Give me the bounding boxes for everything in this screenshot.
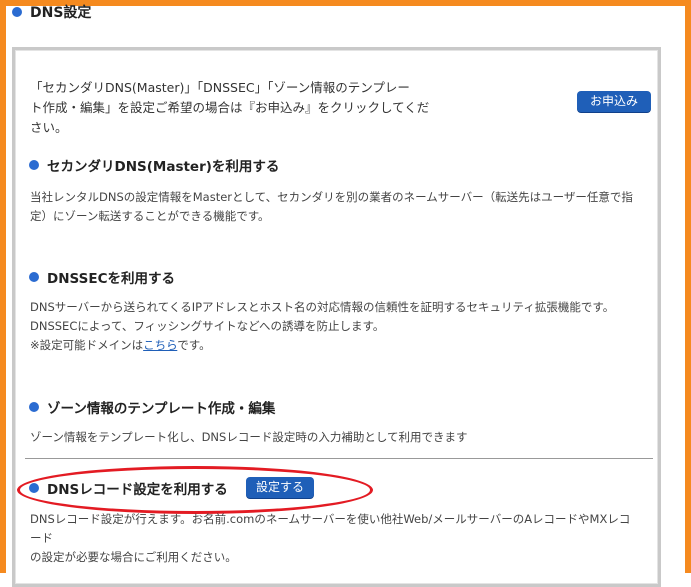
section-secondary-dns-desc: 当社レンタルDNSの設定情報をMasterとして、セカンダリを別の業者のネームサ…	[30, 188, 640, 226]
section-title-text: DNSレコード設定を利用する	[47, 482, 228, 498]
desc-line: ※設定可能ドメインはこちらです。	[30, 336, 640, 355]
desc-line: DNSレコード設定が行えます。お名前.comのネームサーバーを使い他社Web/メ…	[30, 512, 631, 545]
section-dns-record-title: DNSレコード設定を利用する	[29, 478, 228, 498]
section-dnssec-title: DNSSECを利用する	[29, 267, 175, 287]
bullet-icon	[12, 7, 22, 17]
section-zone-template-desc: ゾーン情報をテンプレート化し、DNSレコード設定時の入力補助として利用できます	[30, 428, 640, 447]
section-zone-template-title: ゾーン情報のテンプレート作成・編集	[29, 397, 275, 417]
section-dnssec-desc: DNSサーバーから送られてくるIPアドレスとホスト名の対応情報の信頼性を証明する…	[30, 298, 640, 355]
desc-line: 定）にゾーン転送することができる機能です。	[30, 209, 270, 223]
section-dns-record-desc: DNSレコード設定が行えます。お名前.comのネームサーバーを使い他社Web/メ…	[30, 510, 640, 567]
section-secondary-dns-title: セカンダリDNS(Master)を利用する	[29, 155, 279, 175]
divider	[25, 458, 653, 459]
bullet-icon	[29, 483, 39, 493]
dns-settings-panel: 「セカンダリDNS(Master)」「DNSSEC」「ゾーン情報のテンプレー ト…	[12, 47, 661, 587]
page-title: DNS設定	[12, 2, 91, 22]
intro-line-1: 「セカンダリDNS(Master)」「DNSSEC」「ゾーン情報のテンプレー	[30, 80, 410, 95]
desc-line: 当社レンタルDNSの設定情報をMasterとして、セカンダリを別の業者のネームサ…	[30, 190, 633, 204]
apply-button[interactable]: お申込み	[577, 91, 651, 112]
bullet-icon	[29, 272, 39, 282]
section-title-text: セカンダリDNS(Master)を利用する	[47, 159, 280, 175]
intro-line-2: ト作成・編集」を設定ご希望の場合は『お申込み』をクリックしてくだ	[30, 100, 430, 115]
desc-text: ※設定可能ドメインは	[30, 338, 144, 352]
intro-text: 「セカンダリDNS(Master)」「DNSSEC」「ゾーン情報のテンプレー ト…	[30, 78, 450, 138]
intro-line-3: さい。	[30, 120, 68, 135]
section-title-text: ゾーン情報のテンプレート作成・編集	[47, 401, 276, 417]
desc-line: DNSSECによって、フィッシングサイトなどへの誘導を防止します。	[30, 319, 385, 333]
page-title-text: DNS設定	[30, 5, 92, 21]
configure-button[interactable]: 設定する	[246, 477, 314, 498]
desc-line: の設定が必要な場合にご利用ください。	[30, 550, 237, 564]
desc-text: です。	[177, 338, 211, 352]
desc-line: DNSサーバーから送られてくるIPアドレスとホスト名の対応情報の信頼性を証明する…	[30, 300, 615, 314]
section-title-text: DNSSECを利用する	[47, 271, 175, 287]
domains-link[interactable]: こちら	[143, 338, 177, 352]
bullet-icon	[29, 160, 39, 170]
bullet-icon	[29, 402, 39, 412]
desc-line: ゾーン情報をテンプレート化し、DNSレコード設定時の入力補助として利用できます	[30, 430, 468, 444]
